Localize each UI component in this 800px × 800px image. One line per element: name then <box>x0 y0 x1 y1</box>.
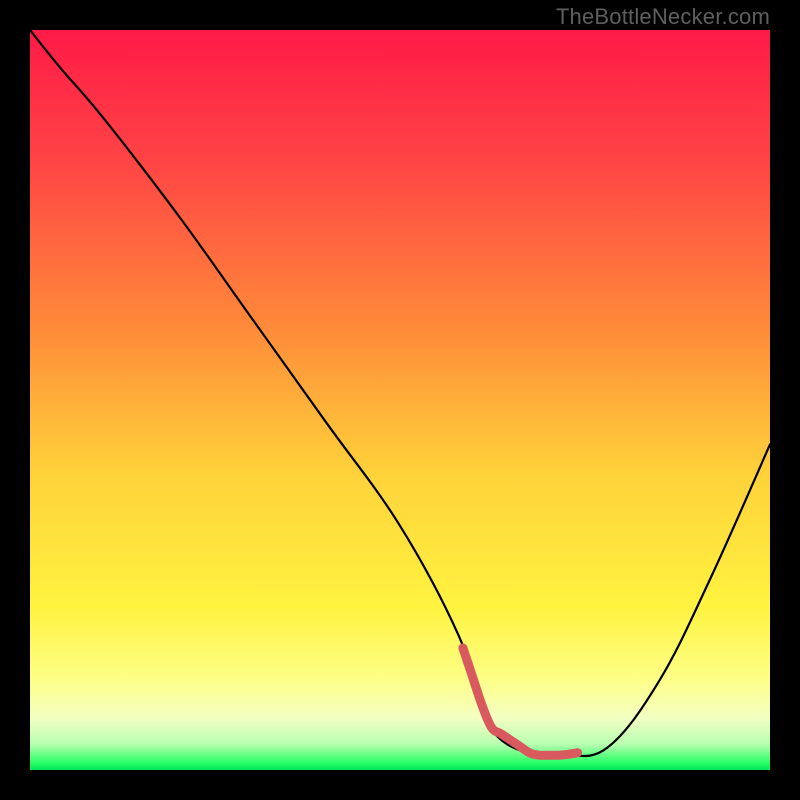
optimal-range-segment <box>463 648 578 755</box>
chart-frame: TheBottleNecker.com <box>0 0 800 800</box>
curve-layer <box>30 30 770 770</box>
plot-area <box>30 30 770 770</box>
bottleneck-curve <box>30 30 770 758</box>
watermark-text: TheBottleNecker.com <box>556 4 770 30</box>
